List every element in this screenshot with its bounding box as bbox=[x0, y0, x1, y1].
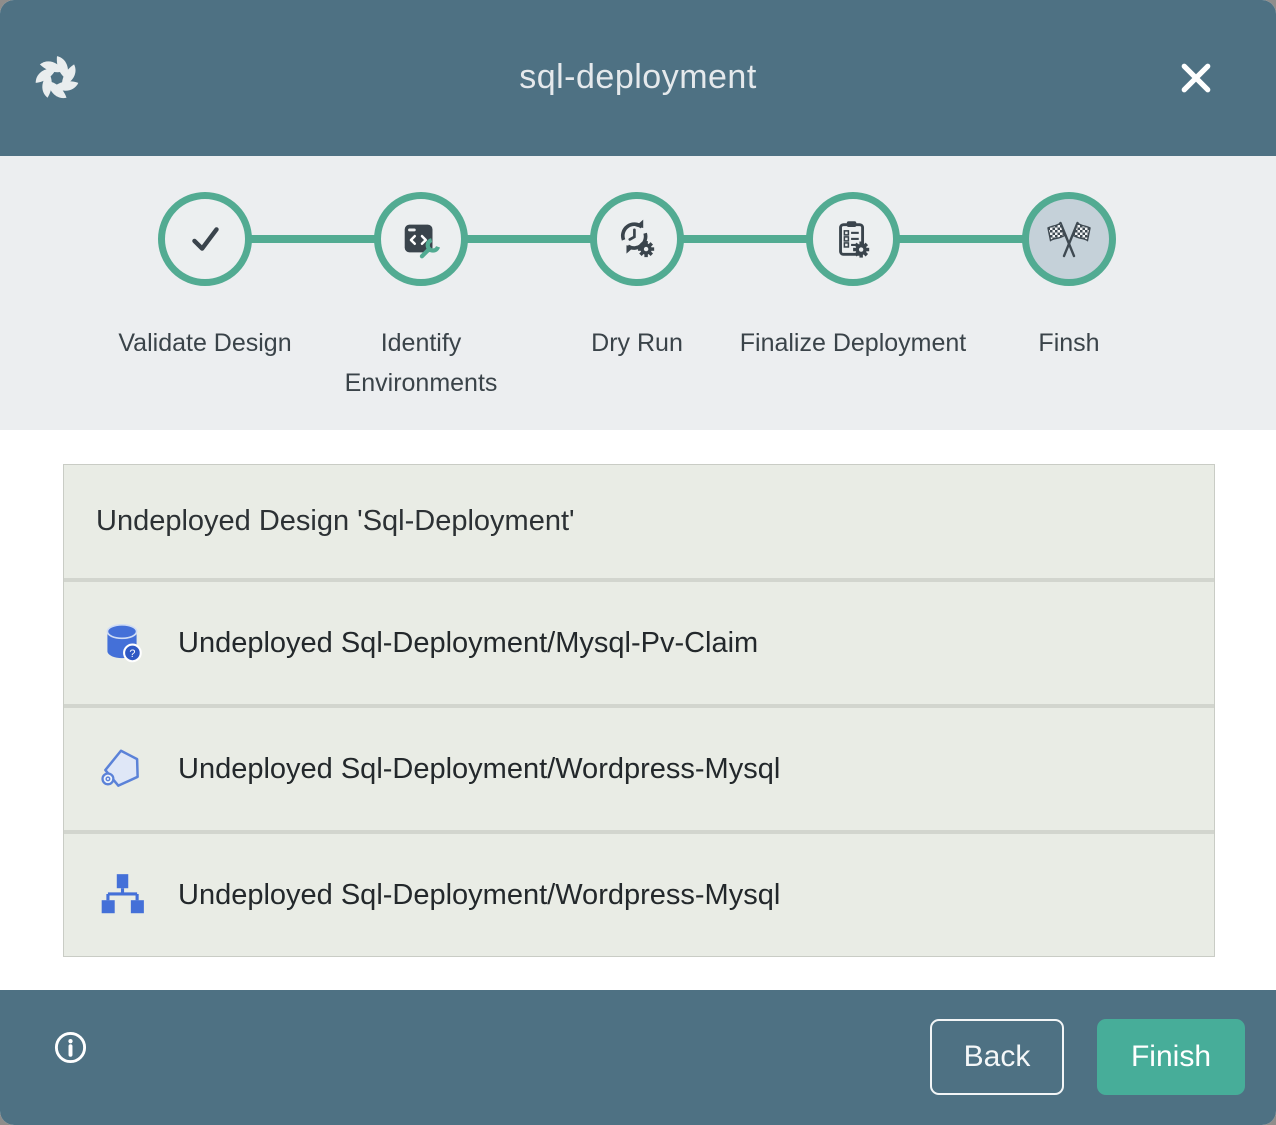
log-row-mysql-pv-claim: ? Undeployed Sql-Deployment/Mysql-Pv-Cla… bbox=[64, 582, 1214, 704]
sync-gear-icon bbox=[614, 216, 660, 262]
close-button[interactable] bbox=[1176, 58, 1216, 98]
step-label-finalize-deployment: Finalize Deployment bbox=[738, 323, 968, 363]
step-finalize-deployment[interactable] bbox=[806, 192, 900, 286]
clipboard-gear-icon bbox=[830, 216, 876, 262]
log-row-wordpress-mysql-pod: Undeployed Sql-Deployment/Wordpress-Mysq… bbox=[64, 708, 1214, 830]
checkered-flags-icon bbox=[1045, 215, 1093, 263]
step-dry-run[interactable] bbox=[590, 192, 684, 286]
modal-header: sql-deployment bbox=[0, 0, 1276, 156]
step-validate-design[interactable] bbox=[158, 192, 252, 286]
finish-button[interactable]: Finish bbox=[1097, 1019, 1245, 1095]
log-row-text: Undeployed Sql-Deployment/Mysql-Pv-Claim bbox=[178, 627, 758, 660]
log-header-text: Undeployed Design 'Sql-Deployment' bbox=[96, 505, 575, 538]
deployment-log-panel: Undeployed Design 'Sql-Deployment' ? Und… bbox=[63, 464, 1215, 957]
pod-icon bbox=[97, 744, 147, 794]
step-label-validate-design: Validate Design bbox=[90, 323, 320, 363]
check-icon bbox=[182, 216, 228, 262]
step-label-finish: Finsh bbox=[954, 323, 1184, 363]
log-row-wordpress-mysql-topology: Undeployed Sql-Deployment/Wordpress-Mysq… bbox=[64, 834, 1214, 956]
log-row-text: Undeployed Sql-Deployment/Wordpress-Mysq… bbox=[178, 879, 780, 912]
log-row-text: Undeployed Sql-Deployment/Wordpress-Mysq… bbox=[178, 753, 780, 786]
step-label-identify-environments: Identify Environments bbox=[306, 323, 536, 403]
database-icon: ? bbox=[97, 618, 147, 668]
code-window-wrench-icon bbox=[398, 216, 444, 262]
step-label-dry-run: Dry Run bbox=[522, 323, 752, 363]
step-finish[interactable] bbox=[1022, 192, 1116, 286]
modal-footer: Back Finish bbox=[0, 990, 1276, 1125]
info-button[interactable] bbox=[50, 1027, 91, 1068]
info-icon bbox=[50, 1027, 91, 1068]
svg-text:?: ? bbox=[129, 648, 135, 660]
wizard-content: Undeployed Design 'Sql-Deployment' ? Und… bbox=[0, 430, 1276, 990]
close-icon bbox=[1176, 58, 1216, 98]
back-button[interactable]: Back bbox=[930, 1019, 1064, 1095]
topology-icon bbox=[97, 870, 147, 920]
deployment-wizard-modal: sql-deployment bbox=[0, 0, 1276, 1125]
log-header-row: Undeployed Design 'Sql-Deployment' bbox=[64, 465, 1214, 578]
modal-title: sql-deployment bbox=[0, 58, 1276, 97]
wizard-stepper: Validate Design Identify Environments Dr… bbox=[0, 156, 1276, 430]
step-identify-environments[interactable] bbox=[374, 192, 468, 286]
